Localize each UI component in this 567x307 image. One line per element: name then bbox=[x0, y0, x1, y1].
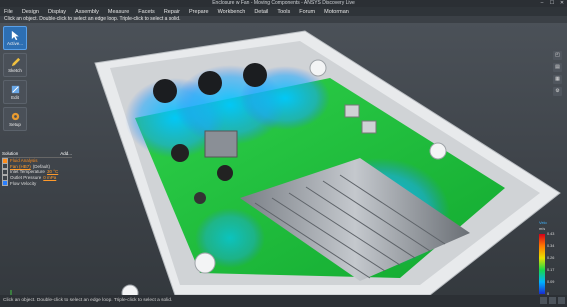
legend-tick: 0.34 bbox=[547, 244, 555, 248]
sketch-tool-label: Sketch bbox=[8, 68, 22, 73]
menu-design[interactable]: Design bbox=[22, 9, 39, 15]
menu-assembly[interactable]: Assembly bbox=[75, 9, 99, 15]
status-icon[interactable] bbox=[549, 297, 556, 304]
menu-prepare[interactable]: Prepare bbox=[189, 9, 209, 15]
cursor-icon bbox=[11, 30, 19, 41]
edit-tool-button[interactable]: Edit bbox=[3, 80, 27, 104]
legend-colorbar bbox=[539, 234, 545, 294]
status-icon[interactable] bbox=[540, 297, 547, 304]
tree-row-velocity[interactable]: Flow Velocity bbox=[2, 180, 72, 187]
active-tool-button[interactable]: Active... bbox=[3, 26, 27, 50]
velocity-legend: Velo m/s 0.43 0.34 0.26 0.17 0.09 0 bbox=[539, 220, 561, 295]
menu-motorman[interactable]: Motorman bbox=[324, 9, 349, 15]
menu-workbench[interactable]: Workbench bbox=[218, 9, 246, 15]
velocity-icon bbox=[2, 180, 8, 187]
maximize-button[interactable]: ☐ bbox=[549, 0, 555, 7]
status-icon[interactable] bbox=[558, 297, 565, 304]
grid-icon[interactable]: ▦ bbox=[553, 75, 562, 84]
setup-tool-button[interactable]: Setup bbox=[3, 107, 27, 131]
tree-row-label: Inlet Temperature bbox=[10, 169, 45, 175]
status-text: Click an object. Double-click to select … bbox=[3, 298, 173, 303]
status-bar: Click an object. Double-click to select … bbox=[0, 295, 567, 307]
pencil-icon bbox=[11, 57, 20, 67]
menu-forum[interactable]: Forum bbox=[299, 9, 315, 15]
legend-tick: 0.26 bbox=[547, 256, 555, 260]
close-button[interactable]: ✕ bbox=[559, 0, 565, 7]
window-title: Enclosure w Fan - Moving Components - AN… bbox=[212, 0, 355, 6]
left-toolbar: Active... Sketch Edit Setup bbox=[3, 26, 27, 134]
tree-row-label: Flow Velocity bbox=[10, 180, 37, 186]
edit-icon bbox=[11, 85, 19, 94]
setup-tool-label: Setup bbox=[9, 122, 21, 127]
layers-icon[interactable]: ▤ bbox=[553, 63, 562, 72]
3d-viewport[interactable]: Solution Add... Fluid Analysis Fan (HB7)… bbox=[0, 23, 567, 295]
setup-icon bbox=[11, 112, 19, 121]
menu-facets[interactable]: Facets bbox=[138, 9, 155, 15]
legend-title: Velo bbox=[539, 220, 547, 225]
view-toolbar: ◰ ▤ ▦ ⚙ bbox=[553, 51, 563, 96]
menu-repair[interactable]: Repair bbox=[164, 9, 180, 15]
menu-tools[interactable]: Tools bbox=[277, 9, 290, 15]
tree-header[interactable]: Solution bbox=[2, 151, 18, 156]
tree-row-value: (Default) bbox=[32, 163, 51, 169]
solution-tree: Solution Add... Fluid Analysis Fan (HB7)… bbox=[2, 151, 72, 191]
menu-measure[interactable]: Measure bbox=[108, 9, 129, 15]
cube-view-icon[interactable]: ◰ bbox=[553, 51, 562, 60]
tree-row-label: Fan (HB7) bbox=[10, 163, 31, 169]
tree-row-value: 30 °C bbox=[46, 169, 59, 175]
hint-text: Click an object. Double-click to select … bbox=[4, 16, 181, 22]
active-tool-label: Active... bbox=[6, 41, 23, 46]
legend-unit: m/s bbox=[539, 227, 546, 231]
edit-tool-label: Edit bbox=[11, 95, 19, 100]
title-bar: Enclosure w Fan - Moving Components - AN… bbox=[0, 0, 567, 7]
menu-file[interactable]: File bbox=[4, 9, 13, 15]
tree-add-button[interactable]: Add... bbox=[60, 151, 72, 156]
menu-bar: File Design Display Assembly Measure Fac… bbox=[0, 7, 567, 16]
settings-icon[interactable]: ⚙ bbox=[553, 87, 562, 96]
menu-detail[interactable]: Detail bbox=[254, 9, 268, 15]
axis-triad-icon bbox=[10, 290, 12, 295]
enclosure-model[interactable] bbox=[0, 23, 567, 295]
selection-hint: Click an object. Double-click to select … bbox=[0, 16, 567, 23]
legend-tick: 0.09 bbox=[547, 280, 555, 284]
tree-row-label: Outlet Pressure bbox=[10, 175, 42, 181]
tree-row-value: 0 mPa bbox=[43, 175, 57, 181]
tree-row-label: Fluid Analysis bbox=[10, 158, 38, 164]
sketch-tool-button[interactable]: Sketch bbox=[3, 53, 27, 77]
legend-tick: 0.17 bbox=[547, 268, 555, 272]
minimize-button[interactable]: – bbox=[539, 0, 545, 7]
menu-display[interactable]: Display bbox=[48, 9, 66, 15]
legend-tick: 0.43 bbox=[547, 232, 555, 236]
